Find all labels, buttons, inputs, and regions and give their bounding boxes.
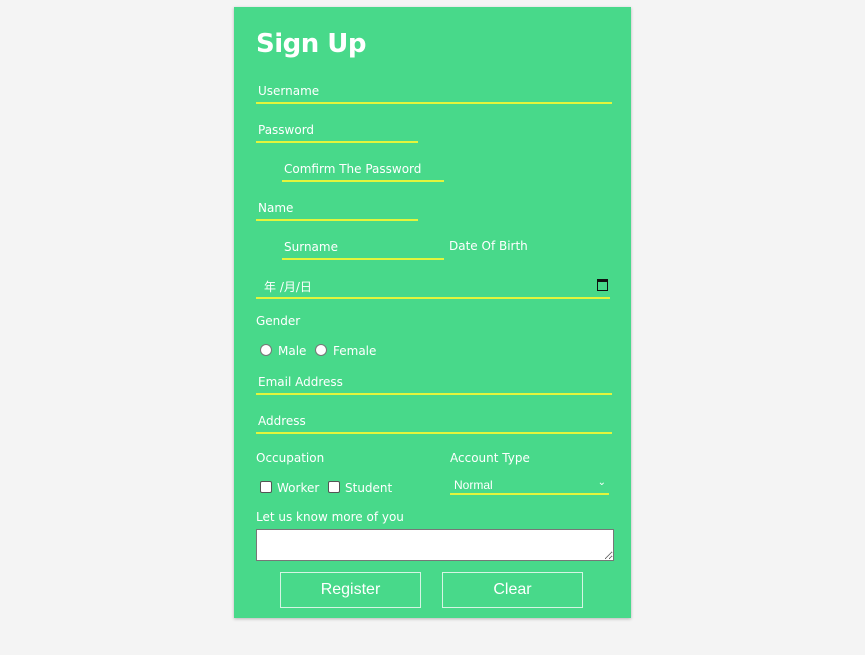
male-label: Male <box>278 344 307 358</box>
occupation-label: Occupation <box>256 451 325 465</box>
student-checkbox[interactable] <box>328 481 340 493</box>
account-type-label: Account Type <box>450 451 530 465</box>
female-label: Female <box>333 344 377 358</box>
dob-placeholder: 年 /月/日 <box>264 280 312 294</box>
dob-field[interactable]: 年 /月/日 <box>256 275 610 299</box>
worker-checkbox[interactable] <box>260 481 272 493</box>
surname-field[interactable] <box>282 236 444 260</box>
email-field[interactable] <box>256 371 612 395</box>
about-textarea[interactable] <box>256 529 614 561</box>
confirm-password-field[interactable] <box>282 158 444 182</box>
page-title: Sign Up <box>256 29 367 59</box>
username-field[interactable] <box>256 80 612 104</box>
chevron-down-icon: ⌄ <box>597 477 606 488</box>
account-type-select[interactable]: Normal ⌄ <box>450 477 609 495</box>
register-button[interactable]: Register <box>280 572 421 608</box>
about-label: Let us know more of you <box>256 510 404 524</box>
account-type-value: Normal <box>454 478 493 492</box>
calendar-icon[interactable] <box>597 279 608 291</box>
gender-label: Gender <box>256 314 301 328</box>
student-label: Student <box>345 481 393 495</box>
female-radio[interactable] <box>315 344 327 356</box>
male-radio[interactable] <box>260 344 272 356</box>
dob-label: Date Of Birth <box>449 239 528 253</box>
clear-button[interactable]: Clear <box>442 572 583 608</box>
worker-label: Worker <box>277 481 320 495</box>
password-field[interactable] <box>256 119 418 143</box>
name-field[interactable] <box>256 197 418 221</box>
address-field[interactable] <box>256 410 612 434</box>
signup-card: Sign Up Date Of Birth 年 /月/日 Gender Male… <box>234 7 631 618</box>
